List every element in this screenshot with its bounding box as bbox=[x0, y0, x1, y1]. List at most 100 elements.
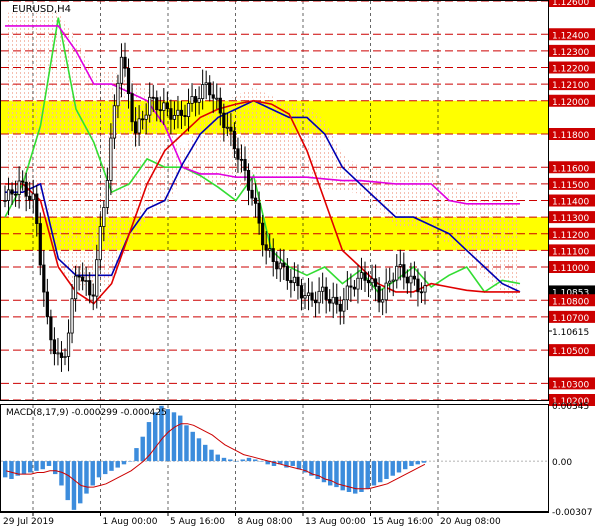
candle-body-91 bbox=[324, 286, 328, 300]
candle-body-66 bbox=[236, 148, 240, 160]
candle-body-40 bbox=[144, 114, 148, 120]
candle-body-93 bbox=[331, 296, 335, 304]
candle-body-90 bbox=[321, 286, 325, 292]
candle-body-34 bbox=[123, 56, 127, 69]
macd-bar-28 bbox=[178, 415, 183, 462]
candle-body-52 bbox=[186, 102, 191, 117]
candle-body-14 bbox=[52, 339, 57, 355]
candle-body-0 bbox=[3, 200, 7, 202]
candle-body-115 bbox=[409, 275, 413, 284]
candle-body-39 bbox=[141, 118, 145, 121]
candle-body-72 bbox=[257, 202, 261, 224]
candle-body-11 bbox=[42, 264, 46, 293]
candle-body-99 bbox=[352, 286, 357, 290]
candle-body-60 bbox=[215, 97, 219, 100]
macd-bar-6 bbox=[40, 461, 45, 470]
candle-body-114 bbox=[405, 276, 409, 284]
candle-body-119 bbox=[423, 285, 427, 293]
macd-bar-35 bbox=[221, 457, 227, 462]
candle-body-45 bbox=[162, 102, 166, 111]
macd-bar-13 bbox=[84, 461, 89, 494]
macd-bar-21 bbox=[134, 448, 139, 462]
candle-body-35 bbox=[126, 67, 131, 95]
candle-body-56 bbox=[201, 84, 205, 99]
y-tick-label-4: 1.12100 bbox=[552, 81, 589, 91]
y-tick-label-15: 1.10800 bbox=[552, 297, 589, 307]
macd-y-tick-label-0: 0.00345 bbox=[552, 402, 589, 412]
candle-body-59 bbox=[211, 94, 215, 99]
price-chart-svg: 29 Jul 2019 1 Aug 00:00 5 Aug 16:00 8 Aug 0… bbox=[0, 0, 595, 527]
macd-bar-31 bbox=[196, 438, 202, 462]
candle-body-64 bbox=[229, 126, 233, 132]
candle-body-58 bbox=[208, 82, 212, 96]
chart-title: EURUSD,H4 bbox=[12, 4, 71, 15]
candle-body-26 bbox=[95, 259, 99, 297]
candle-body-96 bbox=[342, 299, 346, 312]
macd-bar-11 bbox=[71, 461, 77, 510]
candle-body-117 bbox=[416, 278, 420, 293]
candle-body-36 bbox=[130, 93, 134, 123]
macd-bar-60 bbox=[378, 461, 383, 483]
candle-body-78 bbox=[278, 262, 282, 270]
macd-bar-20 bbox=[128, 461, 133, 462]
candle-body-55 bbox=[197, 98, 201, 103]
candle-body-95 bbox=[338, 303, 342, 312]
macd-bar-14 bbox=[90, 461, 95, 486]
macd-bar-17 bbox=[109, 461, 114, 471]
candle-body-77 bbox=[275, 261, 279, 270]
candle-body-22 bbox=[81, 276, 85, 282]
candle-body-82 bbox=[292, 276, 297, 284]
macd-bar-61 bbox=[384, 461, 389, 479]
candle-body-75 bbox=[268, 248, 272, 251]
candle-body-18 bbox=[66, 332, 71, 357]
candle-body-42 bbox=[151, 96, 155, 99]
candle-body-41 bbox=[148, 96, 152, 116]
chart-root: 29 Jul 2019 1 Aug 00:00 5 Aug 16:00 8 Aug 0… bbox=[0, 0, 595, 532]
y-tick-label-1: 1.12400 bbox=[552, 31, 589, 41]
macd-bar-5 bbox=[34, 461, 39, 471]
y-tick-label-10: 1.11300 bbox=[552, 214, 589, 224]
x-tick-label-1: 1 Aug 00:00 bbox=[103, 517, 158, 527]
candle-body-68 bbox=[243, 159, 247, 171]
candle-body-53 bbox=[190, 96, 194, 104]
y-tick-label-6: 1.11800 bbox=[552, 131, 589, 141]
macd-bar-15 bbox=[96, 461, 102, 478]
y-tick-label-12: 1.11100 bbox=[552, 247, 589, 257]
macd-bar-18 bbox=[115, 461, 120, 468]
candle-body-79 bbox=[282, 262, 286, 267]
candle-body-73 bbox=[261, 222, 265, 246]
candle-body-5 bbox=[21, 180, 25, 183]
candle-body-37 bbox=[133, 121, 138, 134]
y-tick-label-5: 1.12000 bbox=[552, 98, 589, 108]
candle-body-2 bbox=[10, 189, 14, 195]
y-tick-label-16: 1.10700 bbox=[552, 314, 589, 324]
candle-body-28 bbox=[102, 207, 106, 227]
macd-bar-57 bbox=[359, 461, 364, 492]
candle-body-97 bbox=[345, 285, 349, 301]
candle-body-62 bbox=[222, 112, 226, 128]
y-tick-label-11: 1.11200 bbox=[552, 231, 589, 241]
candle-body-85 bbox=[303, 295, 307, 299]
candle-body-84 bbox=[299, 285, 304, 299]
candle-body-48 bbox=[172, 115, 177, 120]
candle-body-1 bbox=[6, 189, 11, 201]
macd-bar-10 bbox=[65, 461, 70, 501]
macd-bar-27 bbox=[171, 412, 177, 462]
candle-body-4 bbox=[17, 180, 21, 195]
candle-body-3 bbox=[13, 193, 18, 196]
candle-body-118 bbox=[419, 291, 424, 294]
candle-body-54 bbox=[193, 96, 198, 103]
y-tick-label-17: 1.10615 bbox=[552, 328, 589, 338]
candle-body-47 bbox=[169, 108, 173, 120]
macd-bar-47 bbox=[296, 461, 302, 470]
macd-bar-19 bbox=[121, 461, 127, 465]
macd-bar-30 bbox=[190, 431, 195, 462]
y-tick-label-19: 1.10300 bbox=[552, 380, 589, 390]
candle-body-49 bbox=[176, 109, 180, 116]
macd-bar-29 bbox=[184, 425, 189, 462]
candle-body-7 bbox=[28, 195, 32, 201]
macd-bar-62 bbox=[390, 461, 395, 476]
candle-body-69 bbox=[246, 170, 251, 191]
y-tick-label-8: 1.11500 bbox=[552, 181, 589, 191]
candle-body-57 bbox=[204, 82, 208, 85]
